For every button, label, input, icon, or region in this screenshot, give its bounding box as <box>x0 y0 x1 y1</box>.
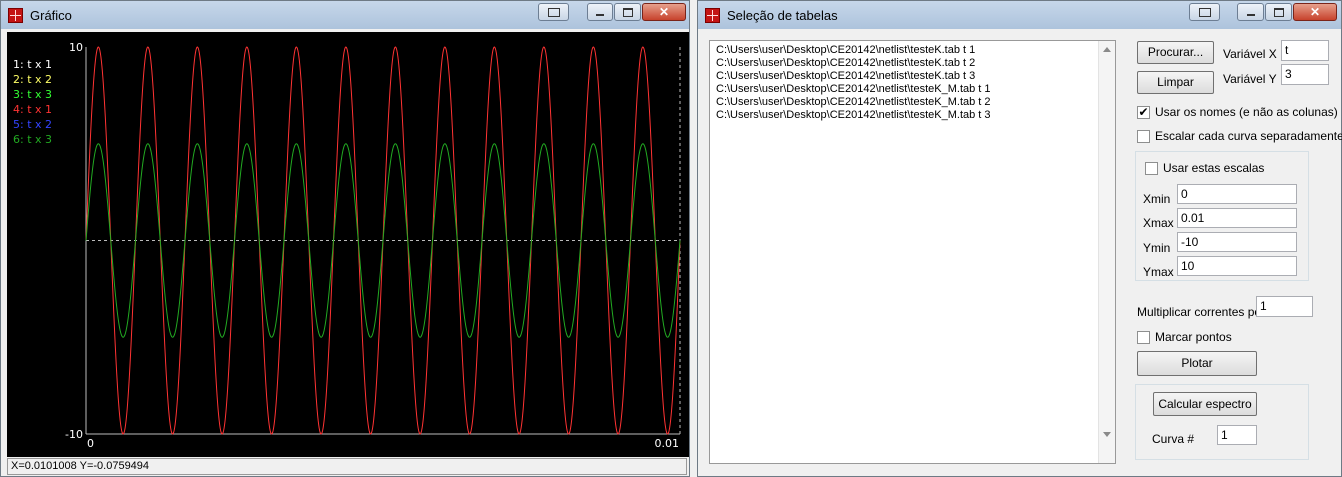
cursor-status-bar: X=0.0101008 Y=-0.0759494 <box>7 458 687 475</box>
procurar-button[interactable]: Procurar... <box>1137 41 1214 64</box>
minimize-icon <box>1246 14 1255 16</box>
ymin-label: Ymin <box>1143 241 1171 255</box>
usar-nomes-label: Usar os nomes (e não as colunas) <box>1155 105 1338 119</box>
xmin-label: Xmin <box>1143 192 1171 206</box>
list-item[interactable]: C:\Users\user\Desktop\CE20142\netlist\te… <box>716 109 991 122</box>
cursor-readout: X=0.0101008 Y=-0.0759494 <box>11 460 150 472</box>
usar-escalas-checkbox[interactable] <box>1145 162 1158 175</box>
marcar-pontos-checkbox[interactable] <box>1137 331 1150 344</box>
multiplicar-label: Multiplicar correntes por <box>1137 305 1266 319</box>
maximize-icon <box>1273 8 1284 17</box>
selecao-window: Seleção de tabelas ✕ C:\Users\user\Deskt… <box>697 0 1342 477</box>
curva-input[interactable]: 1 <box>1217 425 1257 445</box>
legend-item: 5: t x 2 <box>13 118 53 131</box>
legend-item: 6: t x 3 <box>13 133 53 146</box>
close-icon: ✕ <box>1309 5 1321 19</box>
variavel-y-label: Variável Y <box>1223 72 1277 86</box>
x-tick-label: 0 <box>87 437 94 450</box>
list-scrollbar[interactable] <box>1098 41 1115 463</box>
close-button[interactable]: ✕ <box>1293 3 1337 21</box>
curva-label: Curva # <box>1152 432 1195 446</box>
marcar-pontos-label: Marcar pontos <box>1155 330 1232 344</box>
xmin-input[interactable]: 0 <box>1177 184 1297 204</box>
escalar-label: Escalar cada curva separadamente <box>1155 129 1342 143</box>
close-button[interactable]: ✕ <box>642 3 686 21</box>
usar-escalas-label: Usar estas escalas <box>1163 161 1265 175</box>
usar-nomes-checkbox[interactable]: ✔ <box>1137 106 1150 119</box>
selecao-title: Seleção de tabelas <box>727 8 838 23</box>
legend-item: 3: t x 3 <box>13 88 53 101</box>
ymax-input[interactable]: 10 <box>1177 256 1297 276</box>
plot-area[interactable]: 10 -10 0 0.01 1: t x 1 2: t x 2 3: t x 3 4: t … <box>7 32 689 457</box>
multiplicar-input[interactable]: 1 <box>1256 296 1313 317</box>
calcular-espectro-button[interactable]: Calcular espectro <box>1153 392 1257 416</box>
table-file-list[interactable]: C:\Users\user\Desktop\CE20142\netlist\te… <box>709 40 1116 464</box>
minimize-icon <box>596 14 604 16</box>
y-tick-label: -10 <box>65 428 83 441</box>
variavel-y-input[interactable]: 3 <box>1281 64 1329 85</box>
legend-item: 4: t x 1 <box>13 103 53 116</box>
grafico-window: Gráfico ✕ 10 -10 0 0.01 1: t x 1 2: t x 2 3: … <box>0 0 690 477</box>
maximize-button[interactable] <box>1265 3 1292 21</box>
app-icon <box>8 8 23 23</box>
xmax-label: Xmax <box>1143 216 1174 230</box>
grafico-title: Gráfico <box>30 8 72 23</box>
escalar-checkbox[interactable] <box>1137 130 1150 143</box>
maximize-icon <box>622 8 633 17</box>
selecao-titlebar[interactable]: Seleção de tabelas ✕ <box>698 1 1341 29</box>
ymax-label: Ymax <box>1143 265 1174 279</box>
plotar-button[interactable]: Plotar <box>1137 351 1257 376</box>
ymin-input[interactable]: -10 <box>1177 232 1297 252</box>
plot-canvas: 10 -10 0 0.01 <box>65 41 681 450</box>
variavel-x-label: Variável X <box>1223 47 1277 61</box>
pin-icon <box>1198 8 1211 17</box>
pin-button[interactable] <box>1189 3 1220 21</box>
close-icon: ✕ <box>658 5 670 19</box>
pin-button[interactable] <box>538 3 569 21</box>
y-tick-label: 10 <box>69 41 83 54</box>
legend-item: 2: t x 2 <box>13 73 53 86</box>
grafico-titlebar[interactable]: Gráfico ✕ <box>1 1 689 29</box>
list-item[interactable]: C:\Users\user\Desktop\CE20142\netlist\te… <box>716 57 975 70</box>
minimize-button[interactable] <box>587 3 613 21</box>
xmax-input[interactable]: 0.01 <box>1177 208 1297 228</box>
legend-item: 1: t x 1 <box>13 58 53 71</box>
list-item[interactable]: C:\Users\user\Desktop\CE20142\netlist\te… <box>716 44 975 57</box>
limpar-button[interactable]: Limpar <box>1137 71 1214 94</box>
scroll-down-icon[interactable] <box>1103 432 1111 437</box>
list-item[interactable]: C:\Users\user\Desktop\CE20142\netlist\te… <box>716 96 991 109</box>
maximize-button[interactable] <box>614 3 641 21</box>
variavel-x-input[interactable]: t <box>1281 40 1329 61</box>
pin-icon <box>547 8 560 17</box>
list-item[interactable]: C:\Users\user\Desktop\CE20142\netlist\te… <box>716 83 991 96</box>
check-icon: ✔ <box>1138 105 1149 119</box>
minimize-button[interactable] <box>1237 3 1264 21</box>
list-item[interactable]: C:\Users\user\Desktop\CE20142\netlist\te… <box>716 70 975 83</box>
scroll-up-icon[interactable] <box>1103 47 1111 52</box>
app-icon <box>705 8 720 23</box>
x-tick-label: 0.01 <box>655 437 680 450</box>
